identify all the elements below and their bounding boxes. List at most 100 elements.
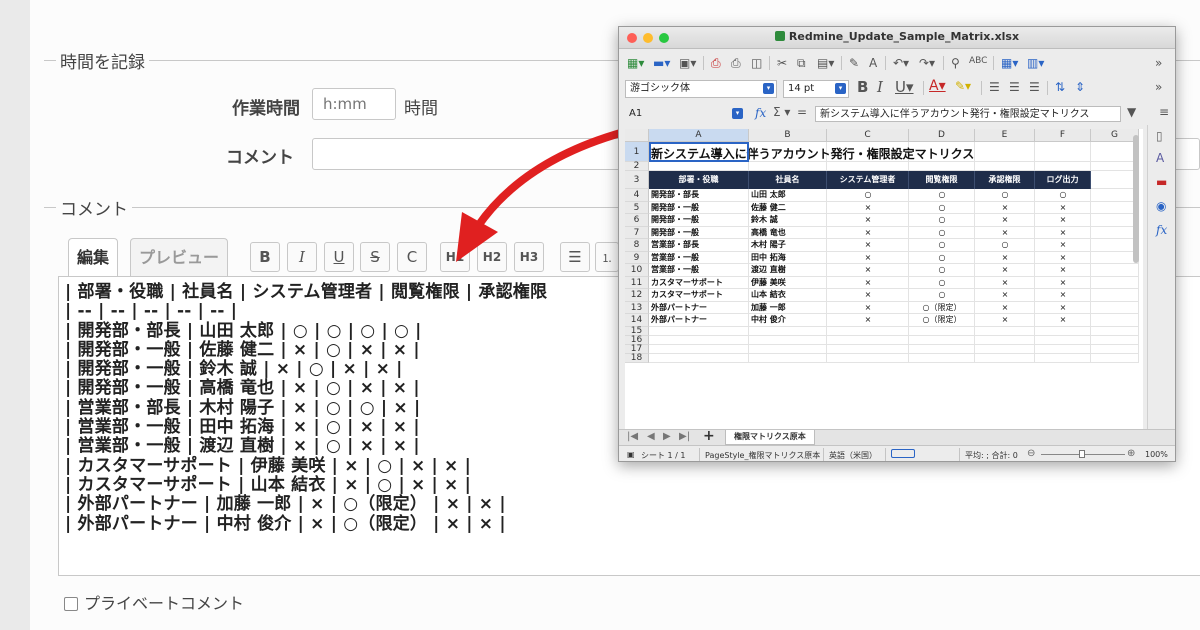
table-cell[interactable]: 伊藤 美咲	[751, 277, 827, 290]
row-header[interactable]: 12	[625, 289, 649, 302]
table-cell[interactable]: 営業部・部長	[651, 239, 749, 252]
table-cell[interactable]: 山本 結衣	[751, 289, 827, 302]
table-cell[interactable]: ×	[827, 264, 909, 277]
formula-icon[interactable]: =	[797, 105, 807, 119]
table-cell[interactable]: 外部パートナー	[651, 302, 749, 315]
table-cell[interactable]: ×	[975, 264, 1035, 277]
table-header-cell[interactable]: 社員名	[749, 171, 827, 189]
navigator-icon[interactable]: ◉	[1156, 199, 1166, 213]
gallery-icon[interactable]: ▬	[1156, 175, 1167, 189]
table-cell[interactable]: ×	[827, 252, 909, 265]
table-cell[interactable]: ×	[1035, 239, 1091, 252]
table-cell[interactable]: ×	[975, 227, 1035, 240]
table-header-cell[interactable]: 承認権限	[975, 171, 1035, 189]
clear-format-icon[interactable]: A	[869, 56, 877, 70]
table-cell[interactable]: ×	[1035, 264, 1091, 277]
italic-icon[interactable]: I	[877, 78, 883, 96]
table-cell[interactable]: カスタマーサポート	[651, 277, 749, 290]
column-header[interactable]: C	[827, 129, 909, 142]
row-header[interactable]: 6	[625, 214, 649, 227]
table-cell[interactable]: ×	[827, 289, 909, 302]
row-header[interactable]: 11	[625, 276, 649, 289]
table-header-cell[interactable]: システム管理者	[827, 171, 909, 189]
status-language[interactable]: 英語（米国）	[829, 450, 877, 461]
column-header[interactable]: D	[909, 129, 975, 142]
table-cell[interactable]: ×	[1035, 314, 1091, 327]
table-cell[interactable]: ○	[975, 189, 1035, 202]
sidebar-menu-icon[interactable]: ≡	[1159, 105, 1169, 119]
find-icon[interactable]: ⚲	[951, 56, 960, 70]
table-cell[interactable]: ○	[909, 202, 975, 215]
row-header[interactable]: 13	[625, 301, 649, 314]
table-header-cell[interactable]: 閲覧権限	[909, 171, 975, 189]
table-cell[interactable]: カスタマーサポート	[651, 289, 749, 302]
table-cell[interactable]: ×	[975, 214, 1035, 227]
table-cell[interactable]: ○	[975, 239, 1035, 252]
save-icon[interactable]: ▣▾	[679, 56, 696, 70]
status-page-style[interactable]: PageStyle_権限マトリクス原本	[705, 450, 820, 461]
table-cell[interactable]: ×	[827, 214, 909, 227]
table-cell[interactable]: ○	[909, 214, 975, 227]
table-cell[interactable]: ○	[909, 252, 975, 265]
table-cell[interactable]: 営業部・一般	[651, 252, 749, 265]
table-cell[interactable]: 外部パートナー	[651, 314, 749, 327]
prev-sheet-icon[interactable]: ◀	[647, 431, 655, 442]
sheet-tab-active[interactable]: 権限マトリクス原本	[725, 430, 815, 445]
underline-icon[interactable]: U▾	[895, 78, 914, 96]
cut-icon[interactable]: ✂	[777, 56, 787, 70]
clone-format-icon[interactable]: ✎	[849, 56, 859, 70]
table-cell[interactable]: ○	[827, 189, 909, 202]
table-cell[interactable]: ×	[1035, 252, 1091, 265]
status-zoom[interactable]: 100%	[1145, 450, 1168, 459]
undo-icon[interactable]: ↶▾	[893, 56, 909, 70]
align-center-icon[interactable]: ☰	[1009, 80, 1020, 94]
table-header-cell[interactable]: 部署・役職	[649, 171, 749, 189]
table-header-cell[interactable]: ログ出力	[1035, 171, 1091, 189]
table-cell[interactable]: 開発部・一般	[651, 202, 749, 215]
merge-cells-icon[interactable]: ⇕	[1075, 80, 1085, 94]
align-left-icon[interactable]: ☰	[989, 80, 1000, 94]
font-color-icon[interactable]: A▾	[929, 78, 946, 94]
table-cell[interactable]: ○	[909, 227, 975, 240]
row-header[interactable]: 2	[625, 162, 649, 171]
table-cell[interactable]: ×	[1035, 277, 1091, 290]
select-all-corner[interactable]	[625, 129, 649, 142]
align-right-icon[interactable]: ☰	[1029, 80, 1040, 94]
table-cell[interactable]: 高橋 竜也	[751, 227, 827, 240]
add-sheet-icon[interactable]: +	[703, 428, 715, 444]
table-cell[interactable]: ○	[909, 289, 975, 302]
bold-icon[interactable]: B	[857, 78, 868, 96]
expand-formula-icon[interactable]: ▼	[1127, 105, 1136, 119]
row-header[interactable]: 18	[625, 353, 649, 363]
column-header[interactable]: A	[649, 129, 749, 142]
row-header[interactable]: 1	[625, 142, 649, 162]
zoom-in-icon[interactable]: ⊕	[1127, 448, 1135, 459]
table-cell[interactable]: ○	[1035, 189, 1091, 202]
row-header[interactable]: 14	[625, 314, 649, 327]
name-box[interactable]: A1 ▾	[625, 106, 745, 122]
selection-mode-icon[interactable]	[891, 449, 915, 458]
column-header[interactable]: B	[749, 129, 827, 142]
row-header[interactable]: 10	[625, 264, 649, 277]
row-header[interactable]: 4	[625, 189, 649, 202]
next-sheet-icon[interactable]: ▶	[663, 431, 671, 442]
table-cell[interactable]: ×	[975, 277, 1035, 290]
sum-icon[interactable]: Σ ▾	[773, 105, 790, 119]
column-icon[interactable]: ▥▾	[1027, 56, 1044, 70]
new-document-icon[interactable]: ▦▾	[627, 56, 644, 70]
functions-icon[interactable]: fx	[1156, 223, 1167, 237]
table-cell[interactable]: 加藤 一郎	[751, 302, 827, 315]
table-cell[interactable]: ×	[827, 302, 909, 315]
zoom-slider-thumb[interactable]	[1079, 450, 1085, 458]
table-cell[interactable]: ×	[975, 252, 1035, 265]
highlight-icon[interactable]: ✎▾	[955, 79, 971, 93]
table-cell[interactable]: ×	[975, 314, 1035, 327]
table-cell[interactable]: ×	[1035, 227, 1091, 240]
font-size-combo[interactable]: 14 pt ▾	[783, 80, 849, 98]
open-folder-icon[interactable]: ▬▾	[653, 56, 670, 70]
table-cell[interactable]: ○	[909, 189, 975, 202]
row-header[interactable]: 3	[625, 171, 649, 189]
table-cell[interactable]: 開発部・部長	[651, 189, 749, 202]
table-cell[interactable]: 中村 俊介	[751, 314, 827, 327]
table-cell[interactable]: ×	[827, 202, 909, 215]
